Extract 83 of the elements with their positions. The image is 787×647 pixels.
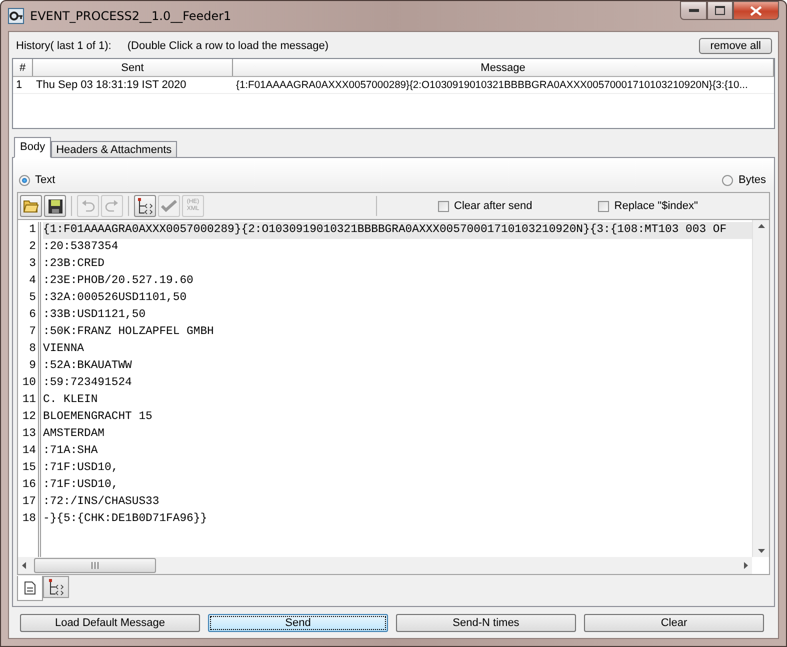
close-icon: [750, 6, 762, 16]
line-number: 14: [22, 444, 37, 459]
code-line: :71A:SHA: [43, 444, 98, 459]
horizontal-scrollbar[interactable]: [18, 557, 752, 574]
redo-icon: [105, 200, 119, 212]
format-radio[interactable]: Text: [19, 174, 56, 186]
tree-icon: [47, 578, 65, 596]
code-line: :23E:PHOB/20.527.19.60: [43, 274, 194, 289]
column-header[interactable]: Sent: [33, 59, 233, 76]
line-number: 3: [29, 257, 37, 272]
scroll-thumb[interactable]: [34, 558, 156, 573]
line-number: 9: [29, 359, 37, 374]
message-editor[interactable]: [18, 219, 769, 574]
view-tab[interactable]: [17, 576, 43, 601]
close-button[interactable]: [733, 1, 779, 20]
code-line: :20:5387354: [43, 240, 118, 255]
code-line: VIENNA: [43, 342, 84, 357]
code-line: :52A:BKAUATWW: [43, 359, 132, 374]
table-cell-text: 1: [15, 78, 24, 93]
tab[interactable]: Headers & Attachments: [51, 141, 177, 158]
action-button[interactable]: Clear: [584, 614, 764, 632]
line-number: 2: [29, 240, 37, 255]
tree-icon: [136, 197, 154, 215]
code-line: :71F:USD10,: [43, 461, 118, 476]
action-button[interactable]: Load Default Message: [20, 614, 200, 632]
code-line: -}{5:{CHK:DE1B0D71FA96}}: [43, 512, 208, 527]
maximize-icon: [715, 6, 725, 15]
history-hint: (Double Click a row to load the message): [127, 40, 329, 52]
line-number: 1: [29, 223, 37, 238]
scroll-up-icon[interactable]: [758, 224, 764, 228]
code-line: :33B:USD1121,50: [43, 308, 146, 323]
column-header[interactable]: #: [13, 59, 33, 76]
code-line: :23B:CRED: [43, 257, 105, 272]
table-cell-text: {1:F01AAAAGRA0AXXX0057000289}{2:O1030919010321BBBBGRA0AXXX00570001710103210920N}{3:{10...: [235, 78, 749, 92]
history-row[interactable]: 1 Thu Sep 03 18:31:19 IST 2020 {1:F01AAAAGRA0AXXX0057000289}{2:O1030919010321BBBBGRA0AXXX00570001710103210920N}{3:{10...: [13, 77, 774, 94]
scroll-left-icon[interactable]: [22, 562, 26, 569]
line-number: 16: [22, 478, 37, 493]
folder-icon: [23, 199, 39, 213]
code-line: AMSTERDAM: [43, 427, 105, 442]
line-number: 8: [29, 342, 37, 357]
view-tab[interactable]: [43, 576, 69, 598]
toolbar-button[interactable]: [44, 195, 66, 217]
code-line: :32A:000526USD1101,50: [43, 291, 187, 306]
option-checkbox[interactable]: Clear after send: [438, 200, 532, 212]
option-checkbox[interactable]: Replace "$index": [598, 200, 698, 212]
code-line: :72:/INS/CHASUS33: [43, 494, 160, 510]
action-button[interactable]: Send-N times: [396, 614, 576, 632]
line-number: 7: [29, 325, 37, 340]
minimize-icon: [688, 8, 698, 12]
tab[interactable]: Body: [14, 137, 52, 158]
code-line: BLOEMENGRACHT 15: [43, 410, 152, 425]
code-line: :50K:FRANZ HOLZAPFEL GMBH: [43, 325, 214, 340]
table-cell-text: Thu Sep 03 18:31:19 IST 2020: [35, 78, 188, 93]
maximize-button[interactable]: [707, 1, 733, 20]
document-icon: [24, 581, 36, 595]
minimize-button[interactable]: [680, 1, 707, 20]
line-number: 13: [22, 427, 37, 442]
vertical-scrollbar[interactable]: [752, 220, 769, 557]
line-number: 11: [22, 393, 37, 408]
line-number: 5: [29, 291, 37, 306]
scroll-right-icon[interactable]: [744, 562, 748, 569]
line-number: 10: [22, 376, 37, 391]
window-title: EVENT_PROCESS2__1.0__Feeder1: [30, 9, 232, 23]
check-icon: [161, 200, 177, 212]
grip-icon: [90, 562, 100, 569]
column-header[interactable]: Message: [233, 59, 774, 76]
line-number: 17: [22, 495, 37, 510]
code-line: :59:723491524: [43, 376, 132, 391]
line-number: 4: [29, 274, 37, 289]
remove-all-button[interactable]: remove all: [699, 38, 772, 54]
undo-icon: [81, 200, 95, 212]
toolbar-button[interactable]: [134, 195, 156, 217]
line-number: 6: [29, 308, 37, 323]
code-line: C. KLEIN: [43, 393, 98, 408]
action-button[interactable]: Send: [208, 614, 388, 632]
code-line: :71F:USD10,: [43, 478, 118, 493]
app-icon: [8, 8, 24, 24]
line-number: 12: [22, 410, 37, 425]
line-number: 15: [22, 461, 37, 476]
format-radio[interactable]: Bytes: [722, 174, 766, 186]
history-label: History( last 1 of 1):: [16, 40, 112, 52]
scroll-down-icon[interactable]: [758, 549, 764, 553]
line-number: 18: [22, 512, 37, 527]
